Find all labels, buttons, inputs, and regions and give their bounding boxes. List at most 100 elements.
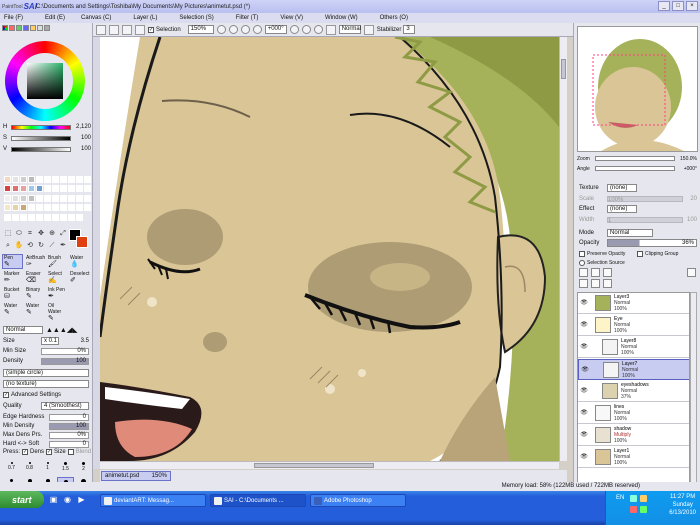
canvas-vertical-scrollbar[interactable] xyxy=(559,37,567,461)
pressure-density-checkbox[interactable]: ✓ xyxy=(22,449,29,455)
palette-swatch[interactable] xyxy=(84,194,91,202)
layer-visibility-eye-icon[interactable]: 👁 xyxy=(580,387,588,395)
brush-tool-button[interactable]: Eraser ⌫ xyxy=(24,270,45,285)
palette-swatch[interactable] xyxy=(52,204,59,212)
menu-others[interactable]: Others (O) xyxy=(380,15,408,21)
navigator-zoom-slider[interactable] xyxy=(595,156,675,161)
effect-select[interactable]: (none) xyxy=(607,204,637,213)
clipping-group-checkbox[interactable] xyxy=(637,250,643,257)
min-density-slider[interactable]: 100 xyxy=(49,422,89,430)
palette-swatch[interactable] xyxy=(68,185,75,193)
brush-size-preset[interactable]: 2 xyxy=(75,460,92,476)
selection-source-radio[interactable] xyxy=(579,259,585,266)
selection-checkbox[interactable]: ✓ xyxy=(148,26,154,33)
fg-bg-color-box[interactable] xyxy=(69,229,89,249)
layer-visibility-eye-icon[interactable]: 👁 xyxy=(580,299,588,307)
selection-tool-icon[interactable]: ⟲ xyxy=(25,241,35,251)
palette-swatch[interactable] xyxy=(36,194,43,202)
palette-swatch[interactable] xyxy=(12,213,19,221)
zoom-select[interactable]: 150% xyxy=(187,25,214,34)
max-dens-prs-slider[interactable]: 0% xyxy=(49,431,89,439)
undo-button-icon[interactable] xyxy=(96,24,106,35)
saturation-value-square[interactable] xyxy=(27,63,63,99)
palette-swatch[interactable] xyxy=(76,185,83,193)
brush-size-preset[interactable]: 1.5 xyxy=(57,460,74,476)
layer-row[interactable]: 👁 eyeshadows Normal 37% xyxy=(578,381,689,402)
palette-swatch[interactable] xyxy=(68,213,75,221)
palette-swatch[interactable] xyxy=(68,176,75,183)
palette-swatch[interactable] xyxy=(52,194,59,202)
new-folder-icon[interactable] xyxy=(603,268,612,277)
layer-row[interactable]: 👁 lines Normal 100% xyxy=(578,403,689,424)
palette-swatch[interactable] xyxy=(4,194,11,202)
selection-tool-icon[interactable]: ⬭ xyxy=(14,229,24,239)
angle-select[interactable]: +000° xyxy=(264,25,287,34)
brush-tool-button[interactable]: AirBrush ✑ xyxy=(24,254,45,269)
layer-visibility-eye-icon[interactable]: 👁 xyxy=(580,343,588,351)
selection-tool-icon[interactable]: ⬚ xyxy=(3,229,13,239)
brush-texture-select[interactable]: (no texture) xyxy=(3,380,89,388)
brush-size-preset[interactable]: 1 xyxy=(39,460,56,476)
redo-button-icon[interactable] xyxy=(109,24,119,35)
palette-swatch[interactable] xyxy=(28,194,35,202)
edge-hardness-slider[interactable]: 0 xyxy=(49,413,89,421)
taskbar-item-sai[interactable]: SAI - C:\Documents ... xyxy=(210,494,306,507)
palette-swatch[interactable] xyxy=(60,204,67,212)
palette-swatch[interactable] xyxy=(44,204,51,212)
swatches-tab-icon[interactable] xyxy=(37,25,43,31)
palette-swatch[interactable] xyxy=(4,185,11,193)
layer-row[interactable]: 👁 Eye Normal 100% xyxy=(578,315,689,336)
palette-swatch[interactable] xyxy=(28,204,35,212)
palette-swatch[interactable] xyxy=(36,185,43,193)
flip-horizontal-icon[interactable] xyxy=(325,24,336,35)
rgb-slider-tab-icon[interactable] xyxy=(9,25,15,31)
saturation-slider[interactable] xyxy=(11,135,71,141)
palette-swatch[interactable] xyxy=(28,213,35,221)
selection-tool-icon[interactable]: ⤢ xyxy=(58,229,68,239)
brush-tool-button[interactable] xyxy=(68,302,89,317)
palette-swatch[interactable] xyxy=(76,204,83,212)
menu-filter[interactable]: Filter (T) xyxy=(236,15,259,21)
opacity-slider[interactable]: 36% xyxy=(607,238,697,247)
size-multiplier[interactable]: x 0.1 xyxy=(41,337,59,345)
brush-size-preset[interactable]: 0.7 xyxy=(3,460,20,476)
selection-tool-icon[interactable]: ⌗ xyxy=(25,229,35,239)
palette-swatch[interactable] xyxy=(36,213,43,221)
brush-tool-button[interactable]: Deselect ✐ xyxy=(68,270,89,285)
layer-visibility-eye-icon[interactable]: 👁 xyxy=(580,431,588,439)
vertical-scroll-thumb[interactable] xyxy=(561,59,566,79)
scratchpad-tab-icon[interactable] xyxy=(44,25,50,31)
palette-swatch[interactable] xyxy=(20,185,27,193)
rotate-left-icon[interactable] xyxy=(289,25,299,34)
selection-tool-icon[interactable]: ✋ xyxy=(14,241,24,251)
document-tab-animetut[interactable]: animetut.psd 150% xyxy=(101,471,171,481)
menu-layer[interactable]: Layer (L) xyxy=(133,15,157,21)
density-slider[interactable]: 100 xyxy=(41,357,89,365)
layer-row[interactable]: 👁 Layer1 Normal 100% xyxy=(578,447,689,468)
taskbar-item-deviantart[interactable]: deviantART: Messag... xyxy=(100,494,206,507)
start-button[interactable]: start xyxy=(0,491,44,508)
palette-swatch[interactable] xyxy=(4,204,11,212)
selection-tool-icon[interactable]: ✒ xyxy=(58,241,68,251)
brush-tool-button[interactable]: Binary ✎ xyxy=(24,286,45,301)
tray-network-icon[interactable] xyxy=(640,495,647,502)
layer-row[interactable]: 👁 Layer8 Normal 100% xyxy=(578,337,689,358)
brush-tool-button[interactable]: Oil Water ✎ xyxy=(46,302,67,322)
palette-swatch[interactable] xyxy=(68,194,75,202)
preserve-opacity-checkbox[interactable] xyxy=(579,250,585,257)
menu-file[interactable]: File (F) xyxy=(4,15,23,21)
brush-size-preset[interactable]: 0.8 xyxy=(21,460,38,476)
close-button[interactable]: × xyxy=(686,1,698,11)
invert-selection-button-icon[interactable] xyxy=(135,24,145,35)
palette-swatch[interactable] xyxy=(52,213,59,221)
rotate-reset-icon[interactable] xyxy=(313,25,323,34)
palette-swatch[interactable] xyxy=(12,204,19,212)
layer-list-scrollbar[interactable] xyxy=(690,292,697,490)
blend-mode-select[interactable]: Normal xyxy=(607,228,653,237)
pressure-size-checkbox[interactable]: ✓ xyxy=(46,449,53,455)
layer-visibility-eye-icon[interactable]: 👁 xyxy=(580,453,588,461)
view-mode-icon[interactable] xyxy=(363,24,374,35)
brush-tool-button[interactable]: Ink Pen ✒ xyxy=(46,286,67,301)
brush-tool-button[interactable]: Select ✍ xyxy=(46,270,67,285)
brush-tool-button[interactable]: Pen ✎ xyxy=(2,254,23,269)
